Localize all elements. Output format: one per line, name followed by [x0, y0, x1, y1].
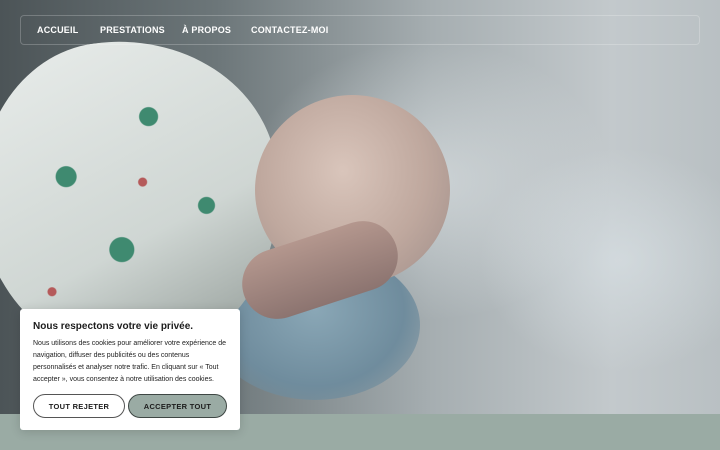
nav-item-accueil[interactable]: ACCUEIL: [37, 25, 78, 35]
reject-all-button[interactable]: TOUT REJETER: [33, 394, 125, 418]
cookie-title: Nous respectons votre vie privée.: [33, 321, 194, 332]
accept-all-button[interactable]: ACCEPTER TOUT: [128, 394, 227, 418]
cookie-text: Nous utilisons des cookies pour améliore…: [33, 340, 226, 383]
nav-item-contact[interactable]: CONTACTEZ-MOI: [251, 25, 328, 35]
main-nav: ACCUEIL PRESTATIONS À PROPOS CONTACTEZ-M…: [20, 15, 700, 45]
cookie-banner: Nous respectons votre vie privée. Nous u…: [20, 309, 240, 430]
nav-item-prestations[interactable]: PRESTATIONS: [100, 25, 165, 35]
nav-item-a-propos[interactable]: À PROPOS: [182, 25, 231, 35]
